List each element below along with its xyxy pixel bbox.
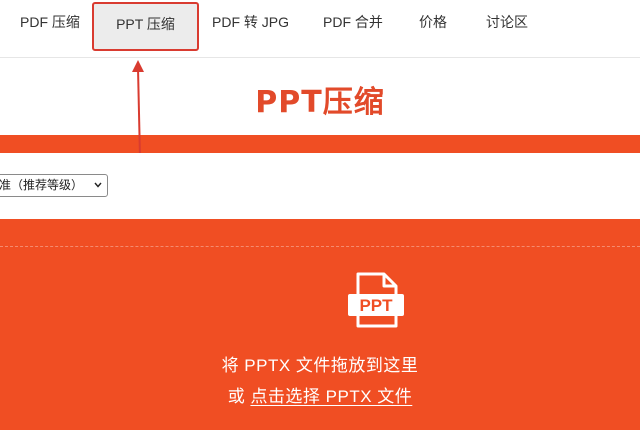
title-band: PPT压缩 (0, 59, 640, 135)
top-nav: PDF 压缩 PPT 压缩 PDF 转 JPG PDF 合并 价格 讨论区 (0, 0, 640, 58)
compression-level-value: 准（推荐等级） (0, 178, 84, 192)
nav-item-pdf-compress[interactable]: PDF 压缩 (20, 0, 80, 44)
dropzone-instruction: 将 PPTX 文件拖放到这里 (221, 356, 419, 375)
compression-level-select[interactable]: 准（推荐等级） (0, 174, 108, 197)
accent-stripe (0, 135, 640, 153)
nav-item-pdf-merge[interactable]: PDF 合并 (323, 0, 383, 44)
file-icon-label: PPT (359, 296, 393, 315)
nav-item-ppt-compress[interactable]: PPT 压缩 (92, 2, 199, 51)
options-row: 准（推荐等级） (0, 153, 640, 219)
page-title: PPT压缩 (255, 85, 385, 120)
nav-item-pdf-to-jpg[interactable]: PDF 转 JPG (212, 0, 289, 44)
arrow-annotation-icon (132, 60, 144, 159)
dropzone-select-line: 或 点击选择 PPTX 文件 (0, 382, 640, 407)
select-file-link[interactable]: 点击选择 PPTX 文件 (250, 387, 412, 406)
nav-item-forum[interactable]: 讨论区 (486, 0, 528, 44)
chevron-down-icon (94, 182, 102, 188)
file-ppt-icon: PPT (348, 272, 404, 328)
dropzone-or-text: 或 (227, 387, 246, 406)
dropzone-border (0, 246, 640, 247)
nav-item-pricing[interactable]: 价格 (419, 0, 447, 44)
file-dropzone[interactable]: PPT 将 PPTX 文件拖放到这里 或 点击选择 PPTX 文件 (0, 219, 640, 430)
